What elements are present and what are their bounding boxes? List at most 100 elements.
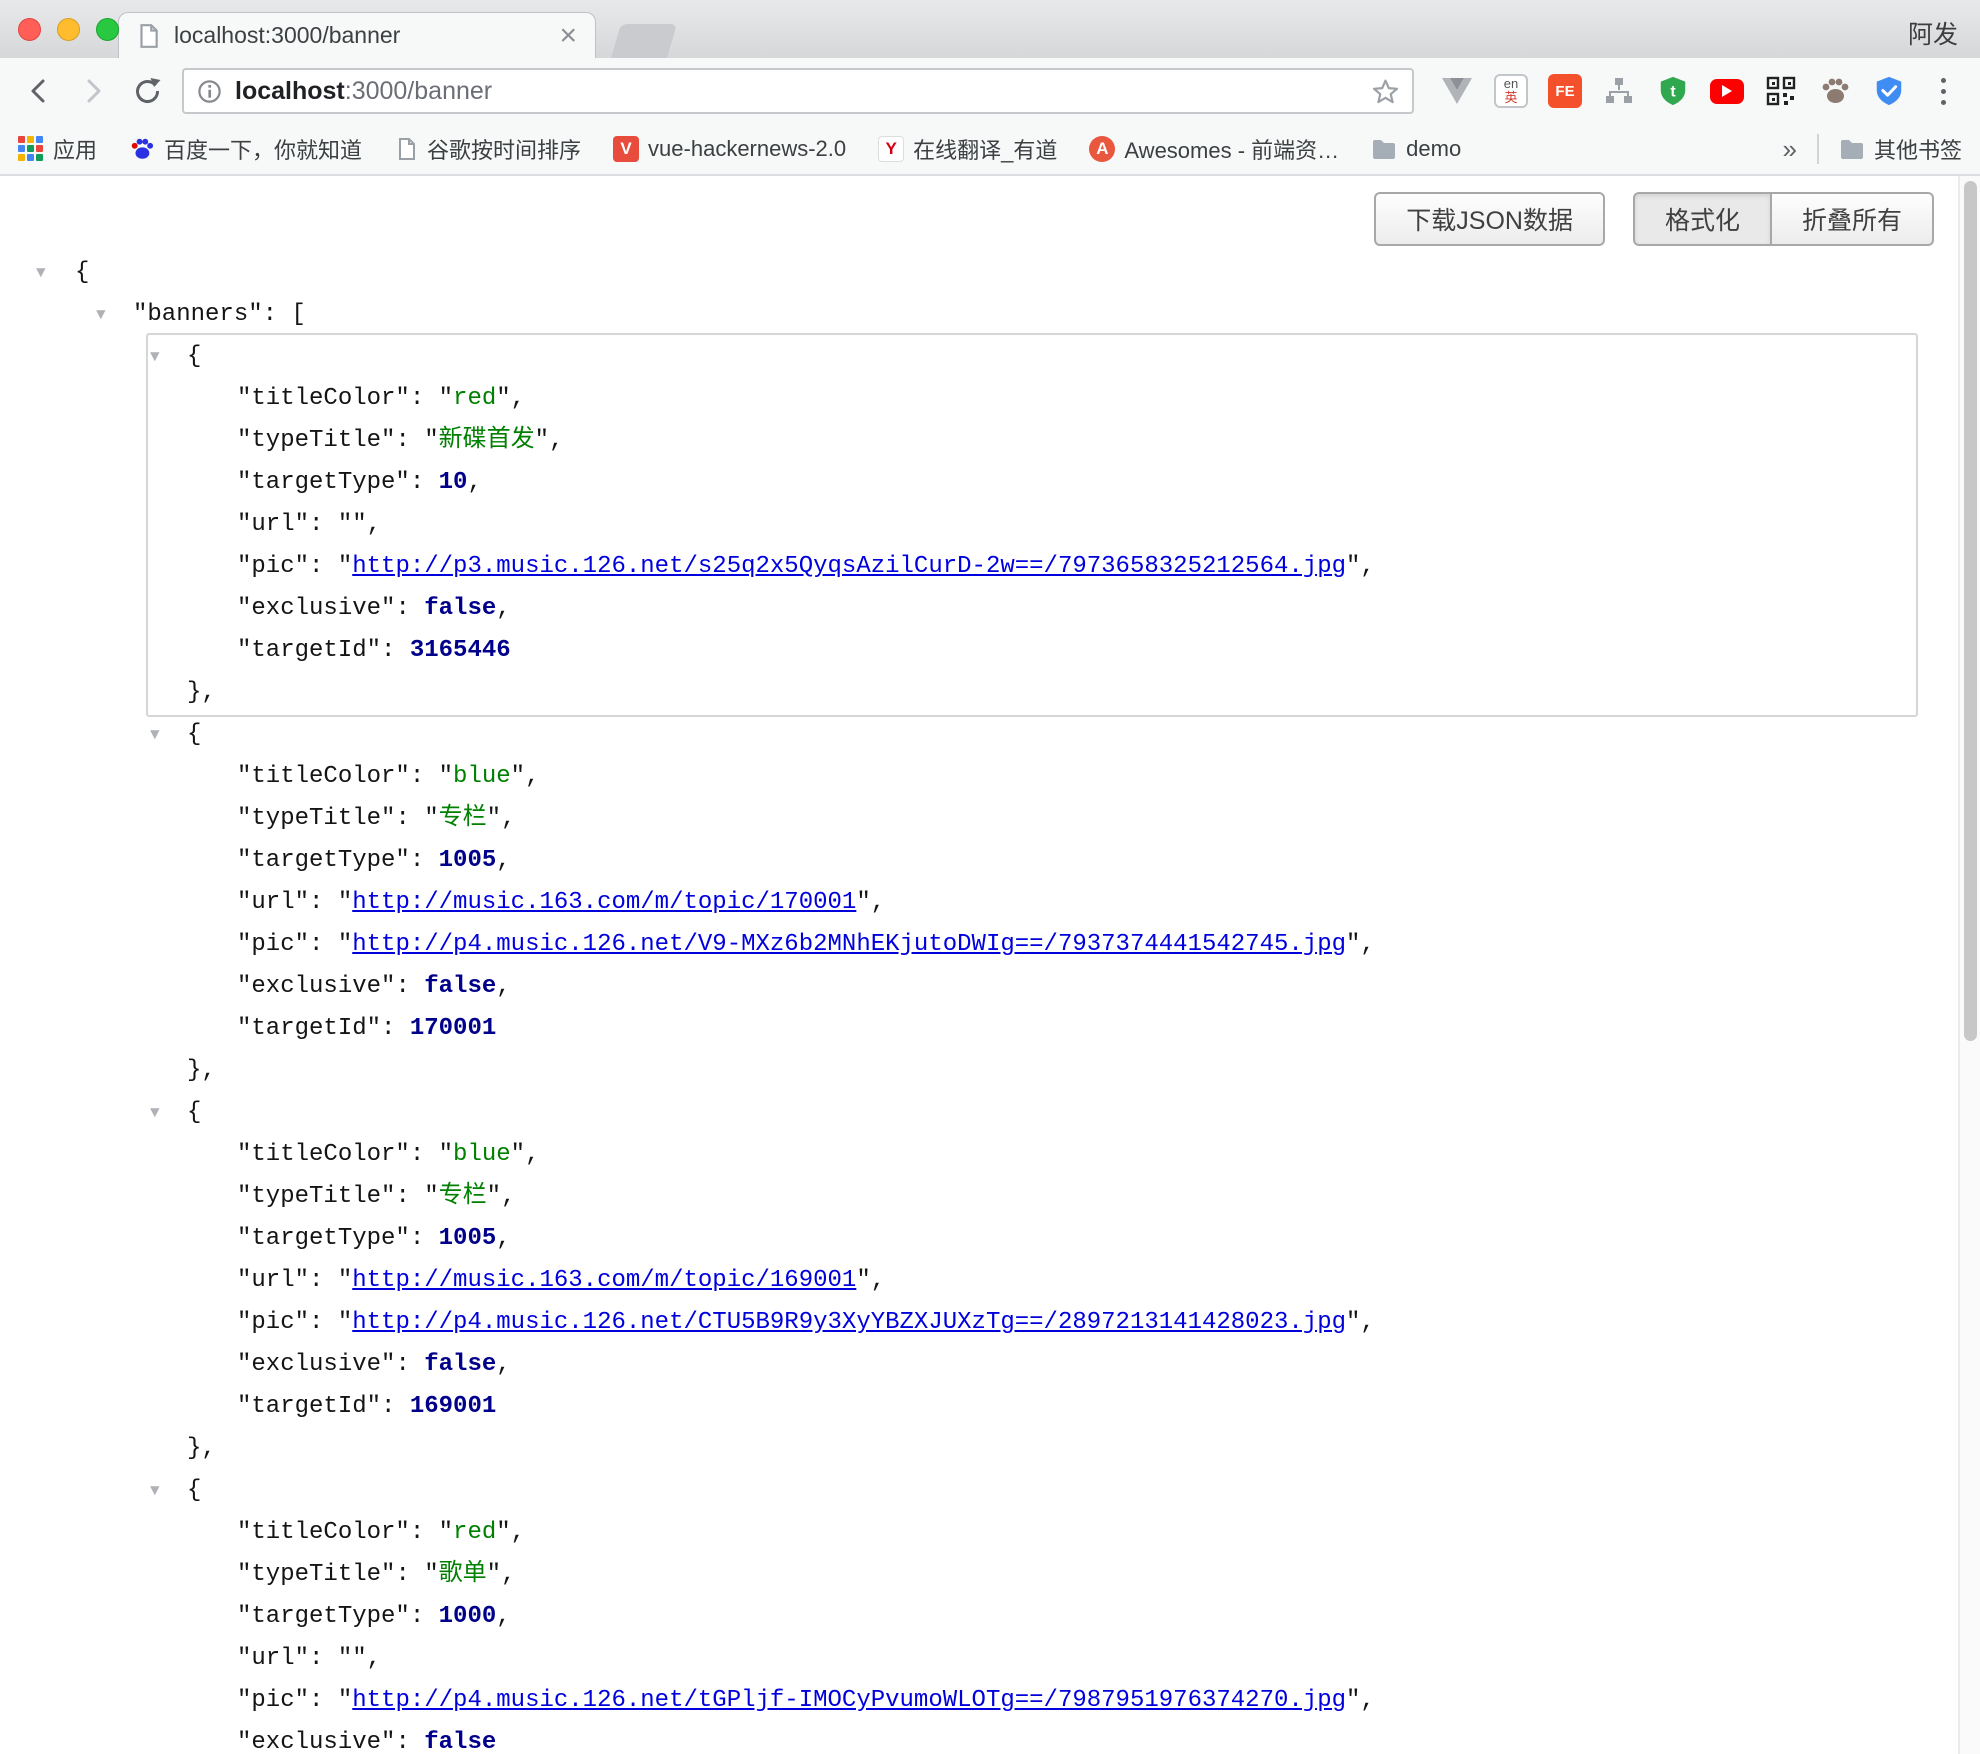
collapse-toggle-icon[interactable]: ▼ <box>150 1092 160 1134</box>
json-line: "pic": "http://p4.music.126.net/CTU5B9R9… <box>0 1302 1958 1344</box>
json-line: "titleColor": "red", <box>0 378 1958 420</box>
tab-title: localhost:3000/banner <box>174 22 555 49</box>
json-line: "url": "http://music.163.com/m/topic/170… <box>0 882 1958 924</box>
bookmark-label: Awesomes - 前端资… <box>1124 133 1339 165</box>
bookmark-youdao-translate[interactable]: Y 在线翻译_有道 <box>878 133 1057 165</box>
scrollbar-thumb[interactable] <box>1964 181 1977 1041</box>
svg-text:t: t <box>1670 84 1676 101</box>
json-url-link[interactable]: http://p4.music.126.net/tGPljf-IMOCyPvum… <box>352 1687 1346 1714</box>
zoom-window-button[interactable] <box>96 18 119 41</box>
shield-t-extension-icon[interactable]: t <box>1646 64 1700 118</box>
json-line: ▼{ <box>0 1092 1958 1134</box>
json-url-link[interactable]: http://p4.music.126.net/V9-MXz6b2MNhEKju… <box>352 931 1346 958</box>
navigation-bar: localhost:3000/banner en 英 FE <box>0 58 1980 124</box>
collapse-toggle-icon[interactable]: ▼ <box>36 252 46 294</box>
forward-button[interactable] <box>66 64 120 118</box>
bookmark-apps[interactable]: 应用 <box>18 133 97 165</box>
json-line: "targetType": 10, <box>0 462 1958 504</box>
collapse-toggle-icon[interactable]: ▼ <box>150 1470 160 1512</box>
json-line: ▼{ <box>0 1470 1958 1512</box>
json-line: "pic": "http://p4.music.126.net/V9-MXz6b… <box>0 924 1958 966</box>
youtube-icon <box>1710 79 1744 104</box>
apps-grid-icon <box>18 136 44 162</box>
json-line: "exclusive": false, <box>0 588 1958 630</box>
translate-icon: en 英 <box>1494 74 1528 108</box>
url-host: localhost <box>235 77 345 105</box>
traffic-lights <box>18 18 119 41</box>
qr-code-icon <box>1766 76 1796 106</box>
collapse-all-button[interactable]: 折叠所有 <box>1770 192 1934 246</box>
collapse-toggle-icon[interactable]: ▼ <box>96 294 106 336</box>
new-tab-button[interactable] <box>611 24 677 58</box>
json-tree: ▼{▼"banners": [▼{"titleColor": "red","ty… <box>0 252 1958 1754</box>
bookmark-baidu[interactable]: 百度一下，你就知道 <box>129 133 362 165</box>
bookmark-label: vue-hackernews-2.0 <box>648 136 846 162</box>
json-line: "targetId": 169001 <box>0 1386 1958 1428</box>
json-line: "targetId": 170001 <box>0 1008 1958 1050</box>
download-json-button[interactable]: 下载JSON数据 <box>1374 192 1605 246</box>
json-url-link[interactable]: http://music.163.com/m/topic/169001 <box>352 1267 856 1294</box>
youtube-extension-icon[interactable] <box>1700 64 1754 118</box>
vue-devtools-extension-icon[interactable] <box>1430 64 1484 118</box>
json-line: "url": "http://music.163.com/m/topic/169… <box>0 1260 1958 1302</box>
collapse-toggle-icon[interactable]: ▼ <box>150 336 160 378</box>
json-url-link[interactable]: http://p3.music.126.net/s25q2x5QyqsAzilC… <box>352 553 1346 580</box>
json-url-link[interactable]: http://music.163.com/m/topic/170001 <box>352 889 856 916</box>
json-line: "pic": "http://p3.music.126.net/s25q2x5Q… <box>0 546 1958 588</box>
close-window-button[interactable] <box>18 18 41 41</box>
tab-localhost-banner[interactable]: localhost:3000/banner × <box>118 12 596 58</box>
json-line: "url": "", <box>0 1638 1958 1680</box>
qrcode-extension-icon[interactable] <box>1754 64 1808 118</box>
bookmark-label: 应用 <box>53 133 97 165</box>
tab-close-icon[interactable]: × <box>555 21 581 51</box>
page-info-icon[interactable] <box>196 78 223 105</box>
translate-extension-icon[interactable]: en 英 <box>1484 64 1538 118</box>
bookmark-google-sort[interactable]: 谷歌按时间排序 <box>394 133 581 165</box>
browser-menu-button[interactable] <box>1916 64 1970 118</box>
reload-icon <box>132 76 162 106</box>
json-line: ▼{ <box>0 336 1958 378</box>
bookmark-star-icon[interactable] <box>1371 77 1400 106</box>
bookmark-vue-hackernews[interactable]: V vue-hackernews-2.0 <box>613 136 846 162</box>
kebab-menu-icon <box>1941 78 1946 105</box>
json-line: "typeTitle": "专栏", <box>0 798 1958 840</box>
security-shield-extension-icon[interactable] <box>1862 64 1916 118</box>
forward-arrow-icon <box>78 76 108 106</box>
format-collapse-button-group: 格式化 折叠所有 <box>1633 192 1934 246</box>
json-line: "exclusive": false, <box>0 966 1958 1008</box>
fe-extension-icon[interactable]: FE <box>1538 64 1592 118</box>
json-line: "typeTitle": "专栏", <box>0 1176 1958 1218</box>
json-line: "targetId": 3165446 <box>0 630 1958 672</box>
json-line: "typeTitle": "歌单", <box>0 1554 1958 1596</box>
back-arrow-icon <box>24 76 54 106</box>
json-line: "typeTitle": "新碟首发", <box>0 420 1958 462</box>
json-line: "targetType": 1000, <box>0 1596 1958 1638</box>
folder-icon <box>1371 137 1397 161</box>
reload-button[interactable] <box>120 64 174 118</box>
paw-extension-icon[interactable] <box>1808 64 1862 118</box>
bookmark-other-bookmarks[interactable]: 其他书签 <box>1839 133 1962 165</box>
bookmark-awesomes[interactable]: A Awesomes - 前端资… <box>1089 133 1339 165</box>
json-line: ▼{ <box>0 252 1958 294</box>
vue-logo-icon <box>1440 76 1474 106</box>
bookmark-folder-demo[interactable]: demo <box>1371 136 1461 162</box>
orgchart-extension-icon[interactable] <box>1592 64 1646 118</box>
json-line: }, <box>0 1428 1958 1470</box>
json-line: "pic": "http://p4.music.126.net/tGPljf-I… <box>0 1680 1958 1722</box>
bookmarks-bar: 应用 百度一下，你就知道 谷歌按时间排序 V vue-hackernews-2.… <box>0 124 1980 176</box>
json-line: "titleColor": "red", <box>0 1512 1958 1554</box>
vertical-scrollbar[interactable] <box>1958 176 1980 1754</box>
json-line: }, <box>0 672 1958 714</box>
json-url-link[interactable]: http://p4.music.126.net/CTU5B9R9y3XyYBZX… <box>352 1309 1346 1336</box>
window-titlebar: localhost:3000/banner × 阿发 <box>0 0 1980 58</box>
a-letter-icon: A <box>1089 136 1115 162</box>
folder-icon <box>1839 137 1865 161</box>
json-line: "targetType": 1005, <box>0 840 1958 882</box>
bookmarks-overflow-chevron[interactable]: » <box>1783 134 1797 165</box>
format-button[interactable]: 格式化 <box>1633 192 1772 246</box>
url-bar[interactable]: localhost:3000/banner <box>182 68 1414 114</box>
minimize-window-button[interactable] <box>57 18 80 41</box>
bookmark-label: 百度一下，你就知道 <box>164 133 362 165</box>
back-button[interactable] <box>12 64 66 118</box>
collapse-toggle-icon[interactable]: ▼ <box>150 714 160 756</box>
